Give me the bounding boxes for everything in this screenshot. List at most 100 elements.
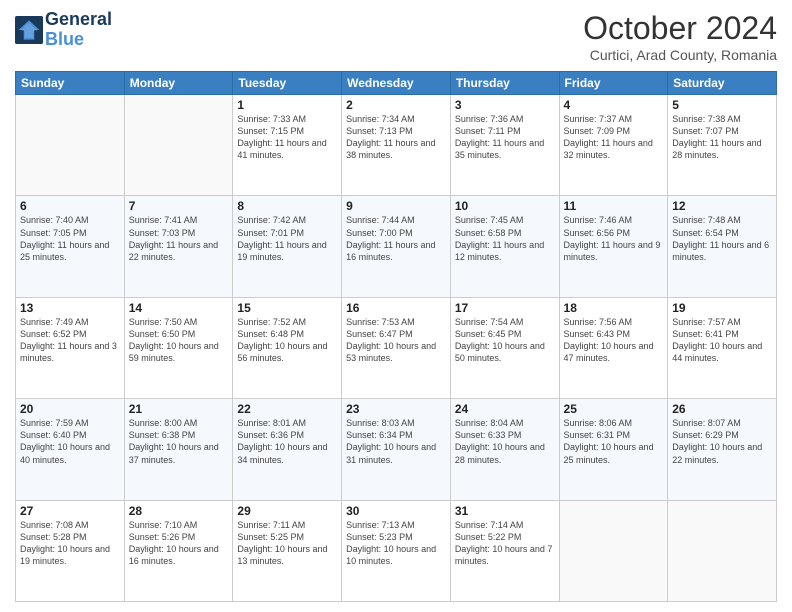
calendar-cell: 30Sunrise: 7:13 AM Sunset: 5:23 PM Dayli… — [342, 500, 451, 601]
day-number: 13 — [20, 301, 120, 315]
calendar-header-saturday: Saturday — [668, 72, 777, 95]
calendar-cell: 13Sunrise: 7:49 AM Sunset: 6:52 PM Dayli… — [16, 297, 125, 398]
calendar-header-tuesday: Tuesday — [233, 72, 342, 95]
calendar-cell — [559, 500, 668, 601]
day-info: Sunrise: 7:08 AM Sunset: 5:28 PM Dayligh… — [20, 519, 120, 568]
day-info: Sunrise: 7:41 AM Sunset: 7:03 PM Dayligh… — [129, 214, 229, 263]
calendar-header-row: SundayMondayTuesdayWednesdayThursdayFrid… — [16, 72, 777, 95]
month-title: October 2024 — [583, 10, 777, 47]
day-number: 22 — [237, 402, 337, 416]
calendar-cell: 23Sunrise: 8:03 AM Sunset: 6:34 PM Dayli… — [342, 399, 451, 500]
day-info: Sunrise: 7:42 AM Sunset: 7:01 PM Dayligh… — [237, 214, 337, 263]
day-info: Sunrise: 7:14 AM Sunset: 5:22 PM Dayligh… — [455, 519, 555, 568]
calendar-cell: 8Sunrise: 7:42 AM Sunset: 7:01 PM Daylig… — [233, 196, 342, 297]
calendar-cell: 26Sunrise: 8:07 AM Sunset: 6:29 PM Dayli… — [668, 399, 777, 500]
day-number: 17 — [455, 301, 555, 315]
calendar-cell: 25Sunrise: 8:06 AM Sunset: 6:31 PM Dayli… — [559, 399, 668, 500]
calendar-cell — [668, 500, 777, 601]
page: General Blue October 2024 Curtici, Arad … — [0, 0, 792, 612]
day-info: Sunrise: 7:36 AM Sunset: 7:11 PM Dayligh… — [455, 113, 555, 162]
day-info: Sunrise: 7:50 AM Sunset: 6:50 PM Dayligh… — [129, 316, 229, 365]
day-number: 14 — [129, 301, 229, 315]
calendar-cell: 22Sunrise: 8:01 AM Sunset: 6:36 PM Dayli… — [233, 399, 342, 500]
calendar-cell: 27Sunrise: 7:08 AM Sunset: 5:28 PM Dayli… — [16, 500, 125, 601]
day-number: 21 — [129, 402, 229, 416]
day-info: Sunrise: 7:33 AM Sunset: 7:15 PM Dayligh… — [237, 113, 337, 162]
day-info: Sunrise: 7:53 AM Sunset: 6:47 PM Dayligh… — [346, 316, 446, 365]
day-number: 2 — [346, 98, 446, 112]
calendar-cell: 10Sunrise: 7:45 AM Sunset: 6:58 PM Dayli… — [450, 196, 559, 297]
day-info: Sunrise: 7:52 AM Sunset: 6:48 PM Dayligh… — [237, 316, 337, 365]
day-number: 4 — [564, 98, 664, 112]
day-number: 5 — [672, 98, 772, 112]
day-info: Sunrise: 7:48 AM Sunset: 6:54 PM Dayligh… — [672, 214, 772, 263]
day-info: Sunrise: 8:06 AM Sunset: 6:31 PM Dayligh… — [564, 417, 664, 466]
logo-icon — [15, 16, 43, 44]
calendar-cell: 5Sunrise: 7:38 AM Sunset: 7:07 PM Daylig… — [668, 95, 777, 196]
day-info: Sunrise: 8:00 AM Sunset: 6:38 PM Dayligh… — [129, 417, 229, 466]
calendar-header-friday: Friday — [559, 72, 668, 95]
calendar-cell: 21Sunrise: 8:00 AM Sunset: 6:38 PM Dayli… — [124, 399, 233, 500]
day-number: 28 — [129, 504, 229, 518]
day-number: 26 — [672, 402, 772, 416]
calendar-week-1: 1Sunrise: 7:33 AM Sunset: 7:15 PM Daylig… — [16, 95, 777, 196]
day-number: 3 — [455, 98, 555, 112]
calendar-header-wednesday: Wednesday — [342, 72, 451, 95]
day-number: 20 — [20, 402, 120, 416]
calendar-cell — [124, 95, 233, 196]
day-number: 7 — [129, 199, 229, 213]
day-info: Sunrise: 7:13 AM Sunset: 5:23 PM Dayligh… — [346, 519, 446, 568]
calendar-cell: 15Sunrise: 7:52 AM Sunset: 6:48 PM Dayli… — [233, 297, 342, 398]
header: General Blue October 2024 Curtici, Arad … — [15, 10, 777, 63]
day-number: 16 — [346, 301, 446, 315]
calendar-cell: 31Sunrise: 7:14 AM Sunset: 5:22 PM Dayli… — [450, 500, 559, 601]
day-info: Sunrise: 7:40 AM Sunset: 7:05 PM Dayligh… — [20, 214, 120, 263]
calendar-cell: 2Sunrise: 7:34 AM Sunset: 7:13 PM Daylig… — [342, 95, 451, 196]
day-info: Sunrise: 8:01 AM Sunset: 6:36 PM Dayligh… — [237, 417, 337, 466]
title-block: October 2024 Curtici, Arad County, Roman… — [583, 10, 777, 63]
day-info: Sunrise: 7:57 AM Sunset: 6:41 PM Dayligh… — [672, 316, 772, 365]
day-number: 1 — [237, 98, 337, 112]
day-number: 6 — [20, 199, 120, 213]
day-info: Sunrise: 7:34 AM Sunset: 7:13 PM Dayligh… — [346, 113, 446, 162]
day-number: 12 — [672, 199, 772, 213]
day-number: 27 — [20, 504, 120, 518]
calendar-week-2: 6Sunrise: 7:40 AM Sunset: 7:05 PM Daylig… — [16, 196, 777, 297]
day-number: 29 — [237, 504, 337, 518]
day-number: 31 — [455, 504, 555, 518]
day-info: Sunrise: 7:56 AM Sunset: 6:43 PM Dayligh… — [564, 316, 664, 365]
day-info: Sunrise: 7:10 AM Sunset: 5:26 PM Dayligh… — [129, 519, 229, 568]
calendar-cell: 6Sunrise: 7:40 AM Sunset: 7:05 PM Daylig… — [16, 196, 125, 297]
calendar-cell: 16Sunrise: 7:53 AM Sunset: 6:47 PM Dayli… — [342, 297, 451, 398]
calendar-week-5: 27Sunrise: 7:08 AM Sunset: 5:28 PM Dayli… — [16, 500, 777, 601]
location: Curtici, Arad County, Romania — [583, 47, 777, 63]
day-info: Sunrise: 7:11 AM Sunset: 5:25 PM Dayligh… — [237, 519, 337, 568]
calendar-cell: 19Sunrise: 7:57 AM Sunset: 6:41 PM Dayli… — [668, 297, 777, 398]
day-info: Sunrise: 7:45 AM Sunset: 6:58 PM Dayligh… — [455, 214, 555, 263]
day-number: 8 — [237, 199, 337, 213]
day-info: Sunrise: 7:38 AM Sunset: 7:07 PM Dayligh… — [672, 113, 772, 162]
day-info: Sunrise: 7:44 AM Sunset: 7:00 PM Dayligh… — [346, 214, 446, 263]
calendar-week-3: 13Sunrise: 7:49 AM Sunset: 6:52 PM Dayli… — [16, 297, 777, 398]
day-number: 19 — [672, 301, 772, 315]
calendar-cell: 1Sunrise: 7:33 AM Sunset: 7:15 PM Daylig… — [233, 95, 342, 196]
calendar-cell: 4Sunrise: 7:37 AM Sunset: 7:09 PM Daylig… — [559, 95, 668, 196]
calendar-cell: 3Sunrise: 7:36 AM Sunset: 7:11 PM Daylig… — [450, 95, 559, 196]
calendar-week-4: 20Sunrise: 7:59 AM Sunset: 6:40 PM Dayli… — [16, 399, 777, 500]
calendar-cell: 29Sunrise: 7:11 AM Sunset: 5:25 PM Dayli… — [233, 500, 342, 601]
day-info: Sunrise: 7:49 AM Sunset: 6:52 PM Dayligh… — [20, 316, 120, 365]
calendar-cell: 12Sunrise: 7:48 AM Sunset: 6:54 PM Dayli… — [668, 196, 777, 297]
calendar-table: SundayMondayTuesdayWednesdayThursdayFrid… — [15, 71, 777, 602]
logo: General Blue — [15, 10, 112, 50]
calendar-cell: 28Sunrise: 7:10 AM Sunset: 5:26 PM Dayli… — [124, 500, 233, 601]
calendar-cell — [16, 95, 125, 196]
calendar-header-thursday: Thursday — [450, 72, 559, 95]
calendar-cell: 20Sunrise: 7:59 AM Sunset: 6:40 PM Dayli… — [16, 399, 125, 500]
day-number: 11 — [564, 199, 664, 213]
day-number: 24 — [455, 402, 555, 416]
day-info: Sunrise: 7:37 AM Sunset: 7:09 PM Dayligh… — [564, 113, 664, 162]
day-number: 9 — [346, 199, 446, 213]
day-number: 23 — [346, 402, 446, 416]
calendar-cell: 24Sunrise: 8:04 AM Sunset: 6:33 PM Dayli… — [450, 399, 559, 500]
day-info: Sunrise: 8:03 AM Sunset: 6:34 PM Dayligh… — [346, 417, 446, 466]
